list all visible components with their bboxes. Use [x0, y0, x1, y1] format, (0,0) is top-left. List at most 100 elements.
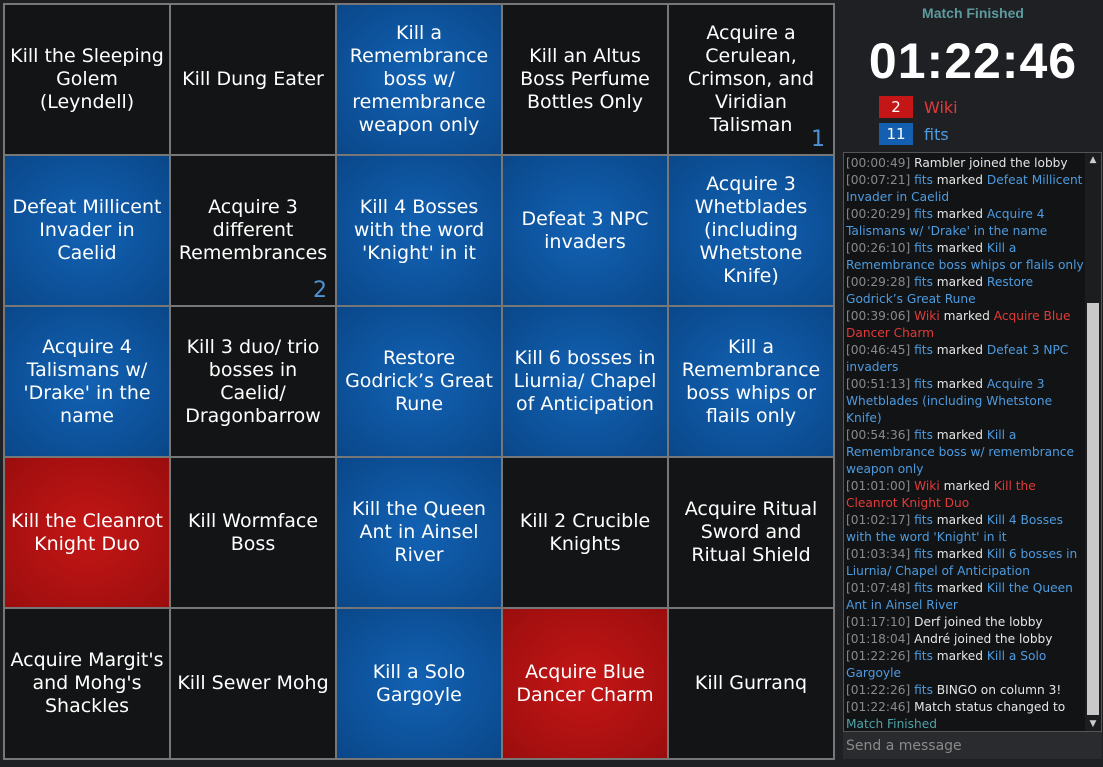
board-cell[interactable]: Kill Dung Eater — [171, 5, 335, 154]
team-row-wiki: 2 Wiki — [879, 96, 958, 118]
chat-entry: [01:03:34] fits marked Kill 6 bosses in … — [846, 546, 1084, 580]
board-cell[interactable]: Kill the Sleeping Golem (Leyndell) — [5, 5, 169, 154]
board-cell[interactable]: Kill the Queen Ant in Ainsel River — [337, 458, 501, 607]
board-cell[interactable]: Kill 4 Bosses with the word 'Knight' in … — [337, 156, 501, 305]
side-panel: Match Finished 01:22:46 2 Wiki 11 fits [… — [843, 0, 1103, 767]
chat-timestamp: [01:22:26] — [846, 649, 911, 663]
board-cell[interactable]: Defeat Millicent Invader in Caelid — [5, 156, 169, 305]
goal-text: Acquire 3 Whetblades (including Whetston… — [694, 173, 808, 287]
board-cell[interactable]: Acquire 3 Whetblades (including Whetston… — [669, 156, 833, 305]
chat-action: marked — [932, 207, 987, 221]
chat-action: marked — [932, 649, 987, 663]
chat-action: marked — [932, 275, 987, 289]
chat-player: fits — [914, 683, 933, 697]
chat-action: marked — [939, 479, 994, 493]
chat-timestamp: [00:46:45] — [846, 343, 911, 357]
chat-action: marked — [932, 581, 987, 595]
chat-player: fits — [914, 207, 933, 221]
board-cell[interactable]: Kill a Solo Gargoyle — [337, 609, 501, 758]
board-cell[interactable]: Acquire Blue Dancer Charm — [503, 609, 667, 758]
goal-text: Acquire 3 different Remembrances — [178, 196, 328, 264]
board-cell[interactable]: Kill 3 duo/ trio bosses in Caelid/ Drago… — [171, 307, 335, 456]
chat-timestamp: [01:22:46] — [846, 700, 911, 714]
chat-log[interactable]: [00:00:49] Rambler joined the lobby [00:0… — [843, 152, 1102, 732]
chat-action: marked — [932, 377, 987, 391]
chat-timestamp: [00:54:36] — [846, 428, 911, 442]
board-cell[interactable]: Restore Godrick’s Great Rune — [337, 307, 501, 456]
chat-action: Rambler joined the lobby — [914, 156, 1068, 170]
chat-entry: [01:22:26] fits BINGO on column 3! — [846, 682, 1084, 699]
goal-text: Kill the Queen Ant in Ainsel River — [352, 498, 486, 566]
chat-player: fits — [914, 581, 933, 595]
scroll-up-icon[interactable]: ▲ — [1085, 153, 1101, 167]
board-cell[interactable]: Kill Gurranq — [669, 609, 833, 758]
goal-text: Acquire Blue Dancer Charm — [516, 660, 654, 706]
chat-timestamp: [01:01:00] — [846, 479, 911, 493]
goal-text: Acquire Margit's and Mohg's Shackles — [10, 649, 164, 717]
board-cell[interactable]: Kill Sewer Mohg — [171, 609, 335, 758]
chat-player: fits — [914, 343, 933, 357]
chat-action: Derf joined the lobby — [914, 615, 1043, 629]
chat-entry: [01:02:17] fits marked Kill 4 Bosses wit… — [846, 512, 1084, 546]
team-name: fits — [924, 124, 949, 144]
chat-timestamp: [00:20:29] — [846, 207, 911, 221]
chat-entry: [01:17:10] Derf joined the lobby — [846, 614, 1084, 631]
chat-entry: [00:26:10] fits marked Kill a Remembranc… — [846, 240, 1084, 274]
goal-text: Restore Godrick’s Great Rune — [345, 347, 493, 415]
chat-entry: [01:07:48] fits marked Kill the Queen An… — [846, 580, 1084, 614]
cell-marker: 2 — [313, 278, 327, 303]
chat-player: Wiki — [914, 479, 940, 493]
chat-entry: [01:18:04] André joined the lobby — [846, 631, 1084, 648]
scroll-down-icon[interactable]: ▼ — [1085, 717, 1101, 731]
board-cell[interactable]: Acquire Ritual Sword and Ritual Shield — [669, 458, 833, 607]
chat-action: marked — [939, 309, 994, 323]
chat-entry: [01:22:26] fits marked Kill a Solo Gargo… — [846, 648, 1084, 682]
chat-messages: [00:00:49] Rambler joined the lobby [00:0… — [846, 155, 1084, 731]
goal-text: Kill 2 Crucible Knights — [519, 509, 651, 555]
chat-timestamp: [00:39:06] — [846, 309, 911, 323]
match-timer: 01:22:46 — [868, 33, 1078, 89]
board-cell[interactable]: Acquire 4 Talismans w/ 'Drake' in the na… — [5, 307, 169, 456]
goal-text: Defeat 3 NPC invaders — [521, 207, 649, 253]
chat-timestamp: [01:07:48] — [846, 581, 911, 595]
goal-text: Kill the Cleanrot Knight Duo — [11, 509, 163, 555]
chat-timestamp: [00:00:49] — [846, 156, 911, 170]
board-cell[interactable]: Kill Wormface Boss — [171, 458, 335, 607]
goal-text: Kill a Remembrance boss w/ remembrance w… — [349, 22, 489, 136]
goal-text: Acquire a Cerulean, Crimson, and Viridia… — [687, 22, 815, 136]
scroll-thumb[interactable] — [1087, 303, 1099, 715]
board-cell[interactable]: Kill a Remembrance boss w/ remembrance w… — [337, 5, 501, 154]
board-cell[interactable]: Defeat 3 NPC invaders — [503, 156, 667, 305]
chat-entry: [00:20:29] fits marked Acquire 4 Talisma… — [846, 206, 1084, 240]
match-status: Match Finished — [922, 5, 1024, 21]
goal-text: Kill 6 bosses in Liurnia/ Chapel of Anti… — [513, 347, 657, 415]
chat-entry: [00:07:21] fits marked Defeat Millicent … — [846, 172, 1084, 206]
board-cell[interactable]: Kill 6 bosses in Liurnia/ Chapel of Anti… — [503, 307, 667, 456]
goal-text: Kill the Sleeping Golem (Leyndell) — [10, 45, 164, 113]
board-cell[interactable]: Acquire 3 different Remembrances 2 — [171, 156, 335, 305]
goal-text: Kill Gurranq — [694, 672, 808, 694]
team-score: 2 — [879, 96, 913, 118]
board-cell[interactable]: Kill a Remembrance boss whips or flails … — [669, 307, 833, 456]
board-cell[interactable]: Kill the Cleanrot Knight Duo — [5, 458, 169, 607]
chat-timestamp: [00:26:10] — [846, 241, 911, 255]
chat-player: fits — [914, 428, 933, 442]
team-score: 11 — [879, 123, 913, 145]
chat-entry: [00:29:28] fits marked Restore Godrick’s… — [846, 274, 1084, 308]
goal-text: Defeat Millicent Invader in Caelid — [12, 196, 162, 264]
chat-scrollbar[interactable]: ▲ ▼ — [1085, 153, 1101, 731]
board-cell[interactable]: Kill an Altus Boss Perfume Bottles Only — [503, 5, 667, 154]
board-cell[interactable]: Acquire Margit's and Mohg's Shackles — [5, 609, 169, 758]
chat-player: fits — [914, 241, 933, 255]
chat-entry: [01:22:46] Match status changed to Match… — [846, 699, 1084, 731]
chat-action: marked — [932, 428, 987, 442]
chat-entry: [00:51:13] fits marked Acquire 3 Whetbla… — [846, 376, 1084, 427]
message-input[interactable] — [843, 732, 1102, 759]
team-row-fits: 11 fits — [879, 123, 949, 145]
chat-action: marked — [932, 513, 987, 527]
goal-text: Kill Sewer Mohg — [177, 672, 329, 694]
chat-player: fits — [914, 377, 933, 391]
board-cell[interactable]: Kill 2 Crucible Knights — [503, 458, 667, 607]
board-cell[interactable]: Acquire a Cerulean, Crimson, and Viridia… — [669, 5, 833, 154]
goal-text: Kill Wormface Boss — [187, 509, 319, 555]
